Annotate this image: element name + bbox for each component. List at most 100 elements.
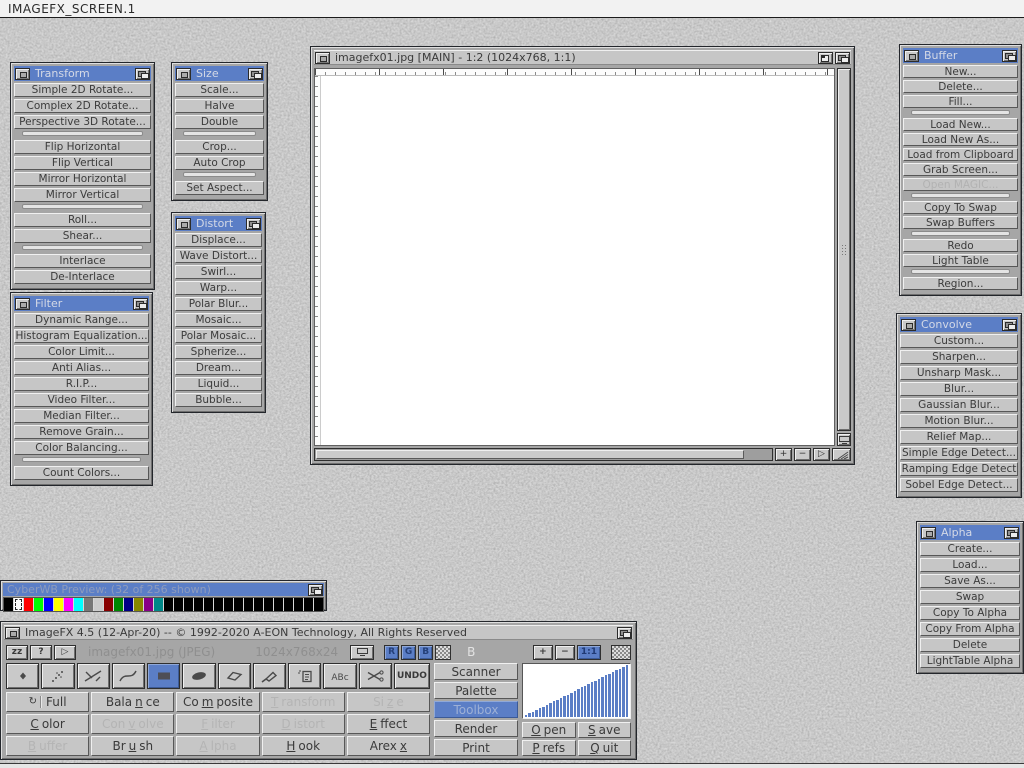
r-i-p-button[interactable]: R.I.P... bbox=[14, 377, 149, 391]
flip-horizontal-button[interactable]: Flip Horizontal bbox=[14, 140, 151, 154]
swap-button[interactable]: Swap bbox=[920, 590, 1020, 604]
polar-blur-button[interactable]: Polar Blur... bbox=[175, 297, 262, 311]
close-icon[interactable] bbox=[15, 68, 30, 80]
delete-button[interactable]: Delete bbox=[920, 638, 1020, 652]
palette-swatch[interactable] bbox=[204, 598, 213, 611]
copy-to-swap-button[interactable]: Copy To Swap bbox=[903, 201, 1018, 214]
color-balancing-button[interactable]: Color Balancing... bbox=[14, 441, 149, 455]
warp-button[interactable]: Warp... bbox=[175, 281, 262, 295]
full-button[interactable]: ↻Full bbox=[6, 692, 89, 712]
de-interlace-button[interactable]: De-Interlace bbox=[14, 270, 151, 284]
view-zoom-out-button[interactable]: − bbox=[555, 645, 575, 660]
region-button[interactable]: Region... bbox=[903, 277, 1018, 290]
depth-icon[interactable] bbox=[308, 584, 323, 596]
pan-button[interactable]: ▷ bbox=[813, 448, 830, 461]
depth-icon[interactable] bbox=[133, 298, 148, 310]
palette-swatch[interactable] bbox=[234, 598, 243, 611]
palette-swatch[interactable] bbox=[124, 598, 133, 611]
horizontal-scrollbar[interactable] bbox=[314, 448, 773, 461]
palette-swatch[interactable] bbox=[264, 598, 273, 611]
auto-crop-button[interactable]: Auto Crop bbox=[175, 156, 264, 170]
palette-swatch[interactable] bbox=[54, 598, 63, 611]
run-button[interactable]: ▷ bbox=[54, 645, 76, 660]
composite-button[interactable]: Composite bbox=[176, 692, 259, 712]
close-icon[interactable] bbox=[315, 52, 330, 64]
swirl-button[interactable]: Swirl... bbox=[175, 265, 262, 279]
palette-swatch[interactable] bbox=[224, 598, 233, 611]
close-icon[interactable] bbox=[901, 319, 916, 331]
scale-button[interactable]: Scale... bbox=[175, 83, 264, 97]
dither-toggle[interactable] bbox=[435, 645, 451, 660]
palette-swatch[interactable] bbox=[104, 598, 113, 611]
palette-swatch[interactable] bbox=[94, 598, 103, 611]
toolbox-titlebar[interactable]: ImageFX 4.5 (12-Apr-20) -- © 1992-2020 A… bbox=[4, 625, 633, 640]
zoom-gadget-icon[interactable] bbox=[818, 52, 833, 64]
pattern-button[interactable] bbox=[611, 645, 631, 660]
save-button[interactable]: Save bbox=[578, 722, 632, 738]
page-palette-button[interactable]: Palette bbox=[434, 682, 518, 699]
tool-clipboard-button[interactable] bbox=[288, 663, 321, 689]
palette-swatch[interactable] bbox=[314, 598, 323, 611]
palette-swatch[interactable] bbox=[294, 598, 303, 611]
tool-ellipse-button[interactable] bbox=[182, 663, 215, 689]
sharpen-button[interactable]: Sharpen... bbox=[900, 350, 1018, 364]
channel-r-toggle[interactable]: R bbox=[384, 645, 399, 660]
transform-titlebar[interactable]: Transform bbox=[14, 66, 151, 81]
close-icon[interactable] bbox=[176, 68, 191, 80]
sleep-button[interactable]: zz bbox=[6, 645, 28, 660]
simple-2d-rotate-button[interactable]: Simple 2D Rotate... bbox=[14, 83, 151, 97]
depth-icon[interactable] bbox=[1002, 319, 1017, 331]
color-limit-button[interactable]: Color Limit... bbox=[14, 345, 149, 359]
copy-to-alpha-button[interactable]: Copy To Alpha bbox=[920, 606, 1020, 620]
palette-swatch[interactable] bbox=[144, 598, 153, 611]
hook-button[interactable]: Hook bbox=[262, 736, 345, 756]
page-print-button[interactable]: Print bbox=[434, 739, 518, 756]
close-icon[interactable] bbox=[176, 218, 191, 230]
image-canvas[interactable] bbox=[321, 76, 834, 445]
image-window-titlebar[interactable]: imagefx01.jpg [MAIN] - 1:2 (1024x768, 1:… bbox=[314, 50, 851, 65]
close-icon[interactable] bbox=[5, 627, 20, 639]
palette-swatch[interactable] bbox=[84, 598, 93, 611]
double-button[interactable]: Double bbox=[175, 115, 264, 129]
shear-button[interactable]: Shear... bbox=[14, 229, 151, 243]
page-render-button[interactable]: Render bbox=[434, 720, 518, 737]
depth-icon[interactable] bbox=[248, 68, 263, 80]
bubble-button[interactable]: Bubble... bbox=[175, 393, 262, 407]
tool-airbrush-button[interactable] bbox=[41, 663, 74, 689]
zoom-out-button[interactable]: − bbox=[794, 448, 811, 461]
gaussian-blur-button[interactable]: Gaussian Blur... bbox=[900, 398, 1018, 412]
filter-titlebar[interactable]: Filter bbox=[14, 296, 149, 311]
load-new-button[interactable]: Load New... bbox=[903, 118, 1018, 131]
remove-grain-button[interactable]: Remove Grain... bbox=[14, 425, 149, 439]
tool-line-button[interactable] bbox=[77, 663, 110, 689]
zoom-in-button[interactable]: + bbox=[775, 448, 792, 461]
dynamic-range-button[interactable]: Dynamic Range... bbox=[14, 313, 149, 327]
fill-button[interactable]: Fill... bbox=[903, 95, 1018, 108]
spherize-button[interactable]: Spherize... bbox=[175, 345, 262, 359]
convolve-titlebar[interactable]: Convolve bbox=[900, 317, 1018, 332]
tool-rectangle-button[interactable] bbox=[147, 663, 180, 689]
depth-icon[interactable] bbox=[835, 52, 850, 64]
custom-button[interactable]: Custom... bbox=[900, 334, 1018, 348]
new-button[interactable]: New... bbox=[903, 65, 1018, 78]
vertical-scrollbar[interactable] bbox=[837, 68, 851, 431]
close-icon[interactable] bbox=[904, 50, 919, 62]
resize-corner[interactable] bbox=[832, 448, 851, 461]
quit-button[interactable]: Quit bbox=[578, 740, 632, 756]
buffer-titlebar[interactable]: Buffer bbox=[903, 48, 1018, 63]
mosaic-button[interactable]: Mosaic... bbox=[175, 313, 262, 327]
display-mode-button[interactable] bbox=[350, 645, 374, 660]
palette-swatch[interactable] bbox=[284, 598, 293, 611]
light-table-button[interactable]: Light Table bbox=[903, 254, 1018, 267]
palette-swatch[interactable] bbox=[274, 598, 283, 611]
count-colors-button[interactable]: Count Colors... bbox=[14, 466, 149, 480]
tool-text-button[interactable]: ABc bbox=[323, 663, 356, 689]
palette-swatch[interactable] bbox=[14, 598, 23, 611]
load-button[interactable]: Load... bbox=[920, 558, 1020, 572]
polar-mosaic-button[interactable]: Polar Mosaic... bbox=[175, 329, 262, 343]
brush-button[interactable]: Brush bbox=[91, 736, 174, 756]
palette-swatch[interactable] bbox=[244, 598, 253, 611]
tool-polygon-button[interactable] bbox=[218, 663, 251, 689]
palette-swatch[interactable] bbox=[214, 598, 223, 611]
page-toolbox-button[interactable]: Toolbox bbox=[434, 701, 518, 718]
